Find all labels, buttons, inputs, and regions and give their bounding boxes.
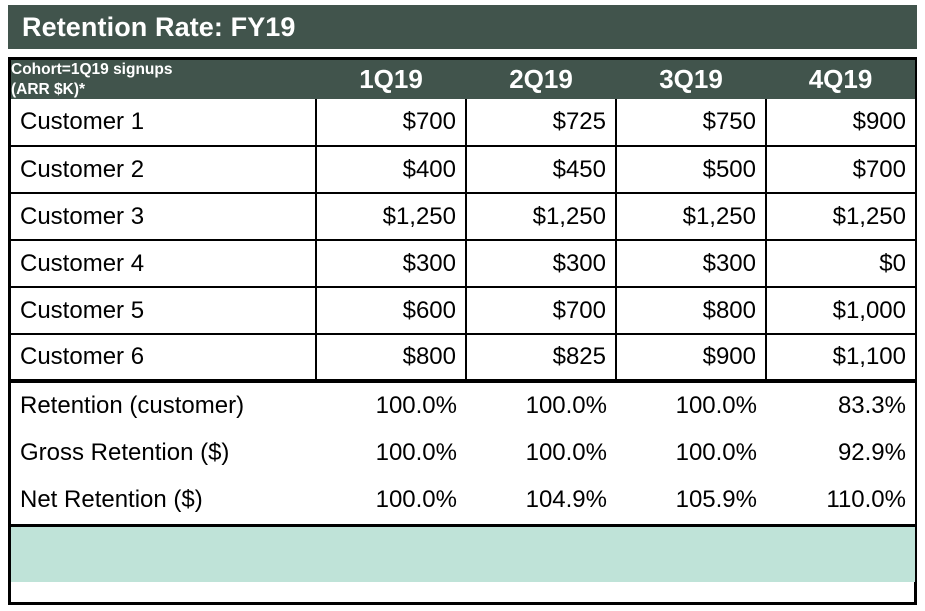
column-header-4q19: 4Q19: [766, 60, 915, 100]
title-bar: Retention Rate: FY19: [8, 5, 917, 49]
footer-accent-cell: [11, 523, 915, 582]
table-header-row: Cohort=1Q19 signups (ARR $K)* 1Q19 2Q19 …: [11, 60, 915, 100]
row-label: Customer 4: [11, 239, 317, 289]
summary-value: 110.0%: [766, 477, 915, 526]
column-header-2q19: 2Q19: [466, 60, 616, 100]
summary-value: 100.0%: [316, 477, 466, 526]
table-row: Customer 3 $1,250 $1,250 $1,250 $1,250: [11, 192, 915, 242]
summary-value: 100.0%: [316, 379, 466, 430]
summary-value: 104.9%: [466, 477, 616, 526]
footer-accent-band: [11, 523, 915, 582]
table-row: Customer 5 $600 $700 $800 $1,000: [11, 286, 915, 336]
cell-value: $1,100: [765, 333, 915, 383]
summary-row: Net Retention ($) 100.0% 104.9% 105.9% 1…: [11, 477, 915, 526]
cell-value: $800: [315, 333, 467, 383]
header-cohort-line1: Cohort=1Q19 signups: [11, 61, 173, 78]
header-cohort-line2: (ARR $K)*: [11, 80, 86, 98]
summary-row: Gross Retention ($) 100.0% 100.0% 100.0%…: [11, 429, 915, 478]
cell-value-churned: $0: [765, 239, 915, 289]
cell-value: $725: [465, 99, 617, 148]
summary-value: 105.9%: [616, 477, 766, 526]
cell-value: $700: [315, 99, 467, 148]
table-row: Customer 4 $300 $300 $300 $0: [11, 239, 915, 289]
cell-value: $800: [615, 286, 767, 336]
cell-value: $600: [315, 286, 467, 336]
cell-value: $825: [465, 333, 617, 383]
table-row: Customer 2 $400 $450 $500 $700: [11, 145, 915, 195]
row-label: Customer 6: [11, 333, 317, 383]
header-cohort-label: Cohort=1Q19 signups (ARR $K)*: [11, 60, 316, 100]
page-title: Retention Rate: FY19: [22, 11, 296, 42]
cell-value: $1,000: [765, 286, 915, 336]
cell-value: $900: [615, 333, 767, 383]
table-row: Customer 6 $800 $825 $900 $1,100: [11, 333, 915, 383]
cell-value: $700: [465, 286, 617, 336]
summary-row-label: Retention (customer): [11, 379, 316, 430]
summary-row-label: Gross Retention ($): [11, 429, 316, 478]
cell-value: $450: [465, 145, 617, 195]
cell-value: $750: [615, 99, 767, 148]
cell-value: $900: [765, 99, 915, 148]
slide-root: Retention Rate: FY19 Cohort=1Q19 signups…: [0, 0, 925, 611]
retention-table: Cohort=1Q19 signups (ARR $K)* 1Q19 2Q19 …: [11, 60, 915, 582]
summary-value: 100.0%: [616, 429, 766, 478]
cell-value: $400: [315, 145, 467, 195]
cell-value: $1,250: [765, 192, 915, 242]
summary-row: Retention (customer) 100.0% 100.0% 100.0…: [11, 379, 915, 430]
summary-value: 83.3%: [766, 379, 915, 430]
cell-value: $1,250: [615, 192, 767, 242]
cell-value: $700: [765, 145, 915, 195]
cell-value: $1,250: [315, 192, 467, 242]
summary-row-label: Net Retention ($): [11, 477, 316, 526]
cell-value: $1,250: [465, 192, 617, 242]
row-label: Customer 1: [11, 99, 317, 148]
cell-value: $300: [315, 239, 467, 289]
summary-value: 100.0%: [616, 379, 766, 430]
cell-value: $300: [465, 239, 617, 289]
column-header-1q19: 1Q19: [316, 60, 466, 100]
row-label: Customer 3: [11, 192, 317, 242]
table-row: Customer 1 $700 $725 $750 $900: [11, 99, 915, 148]
summary-value: 100.0%: [316, 429, 466, 478]
row-label: Customer 2: [11, 145, 317, 195]
row-label: Customer 5: [11, 286, 317, 336]
summary-value: 92.9%: [766, 429, 915, 478]
cell-value: $500: [615, 145, 767, 195]
retention-table-container: Cohort=1Q19 signups (ARR $K)* 1Q19 2Q19 …: [8, 57, 917, 605]
summary-value: 100.0%: [466, 429, 616, 478]
cell-value: $300: [615, 239, 767, 289]
column-header-3q19: 3Q19: [616, 60, 766, 100]
summary-value: 100.0%: [466, 379, 616, 430]
